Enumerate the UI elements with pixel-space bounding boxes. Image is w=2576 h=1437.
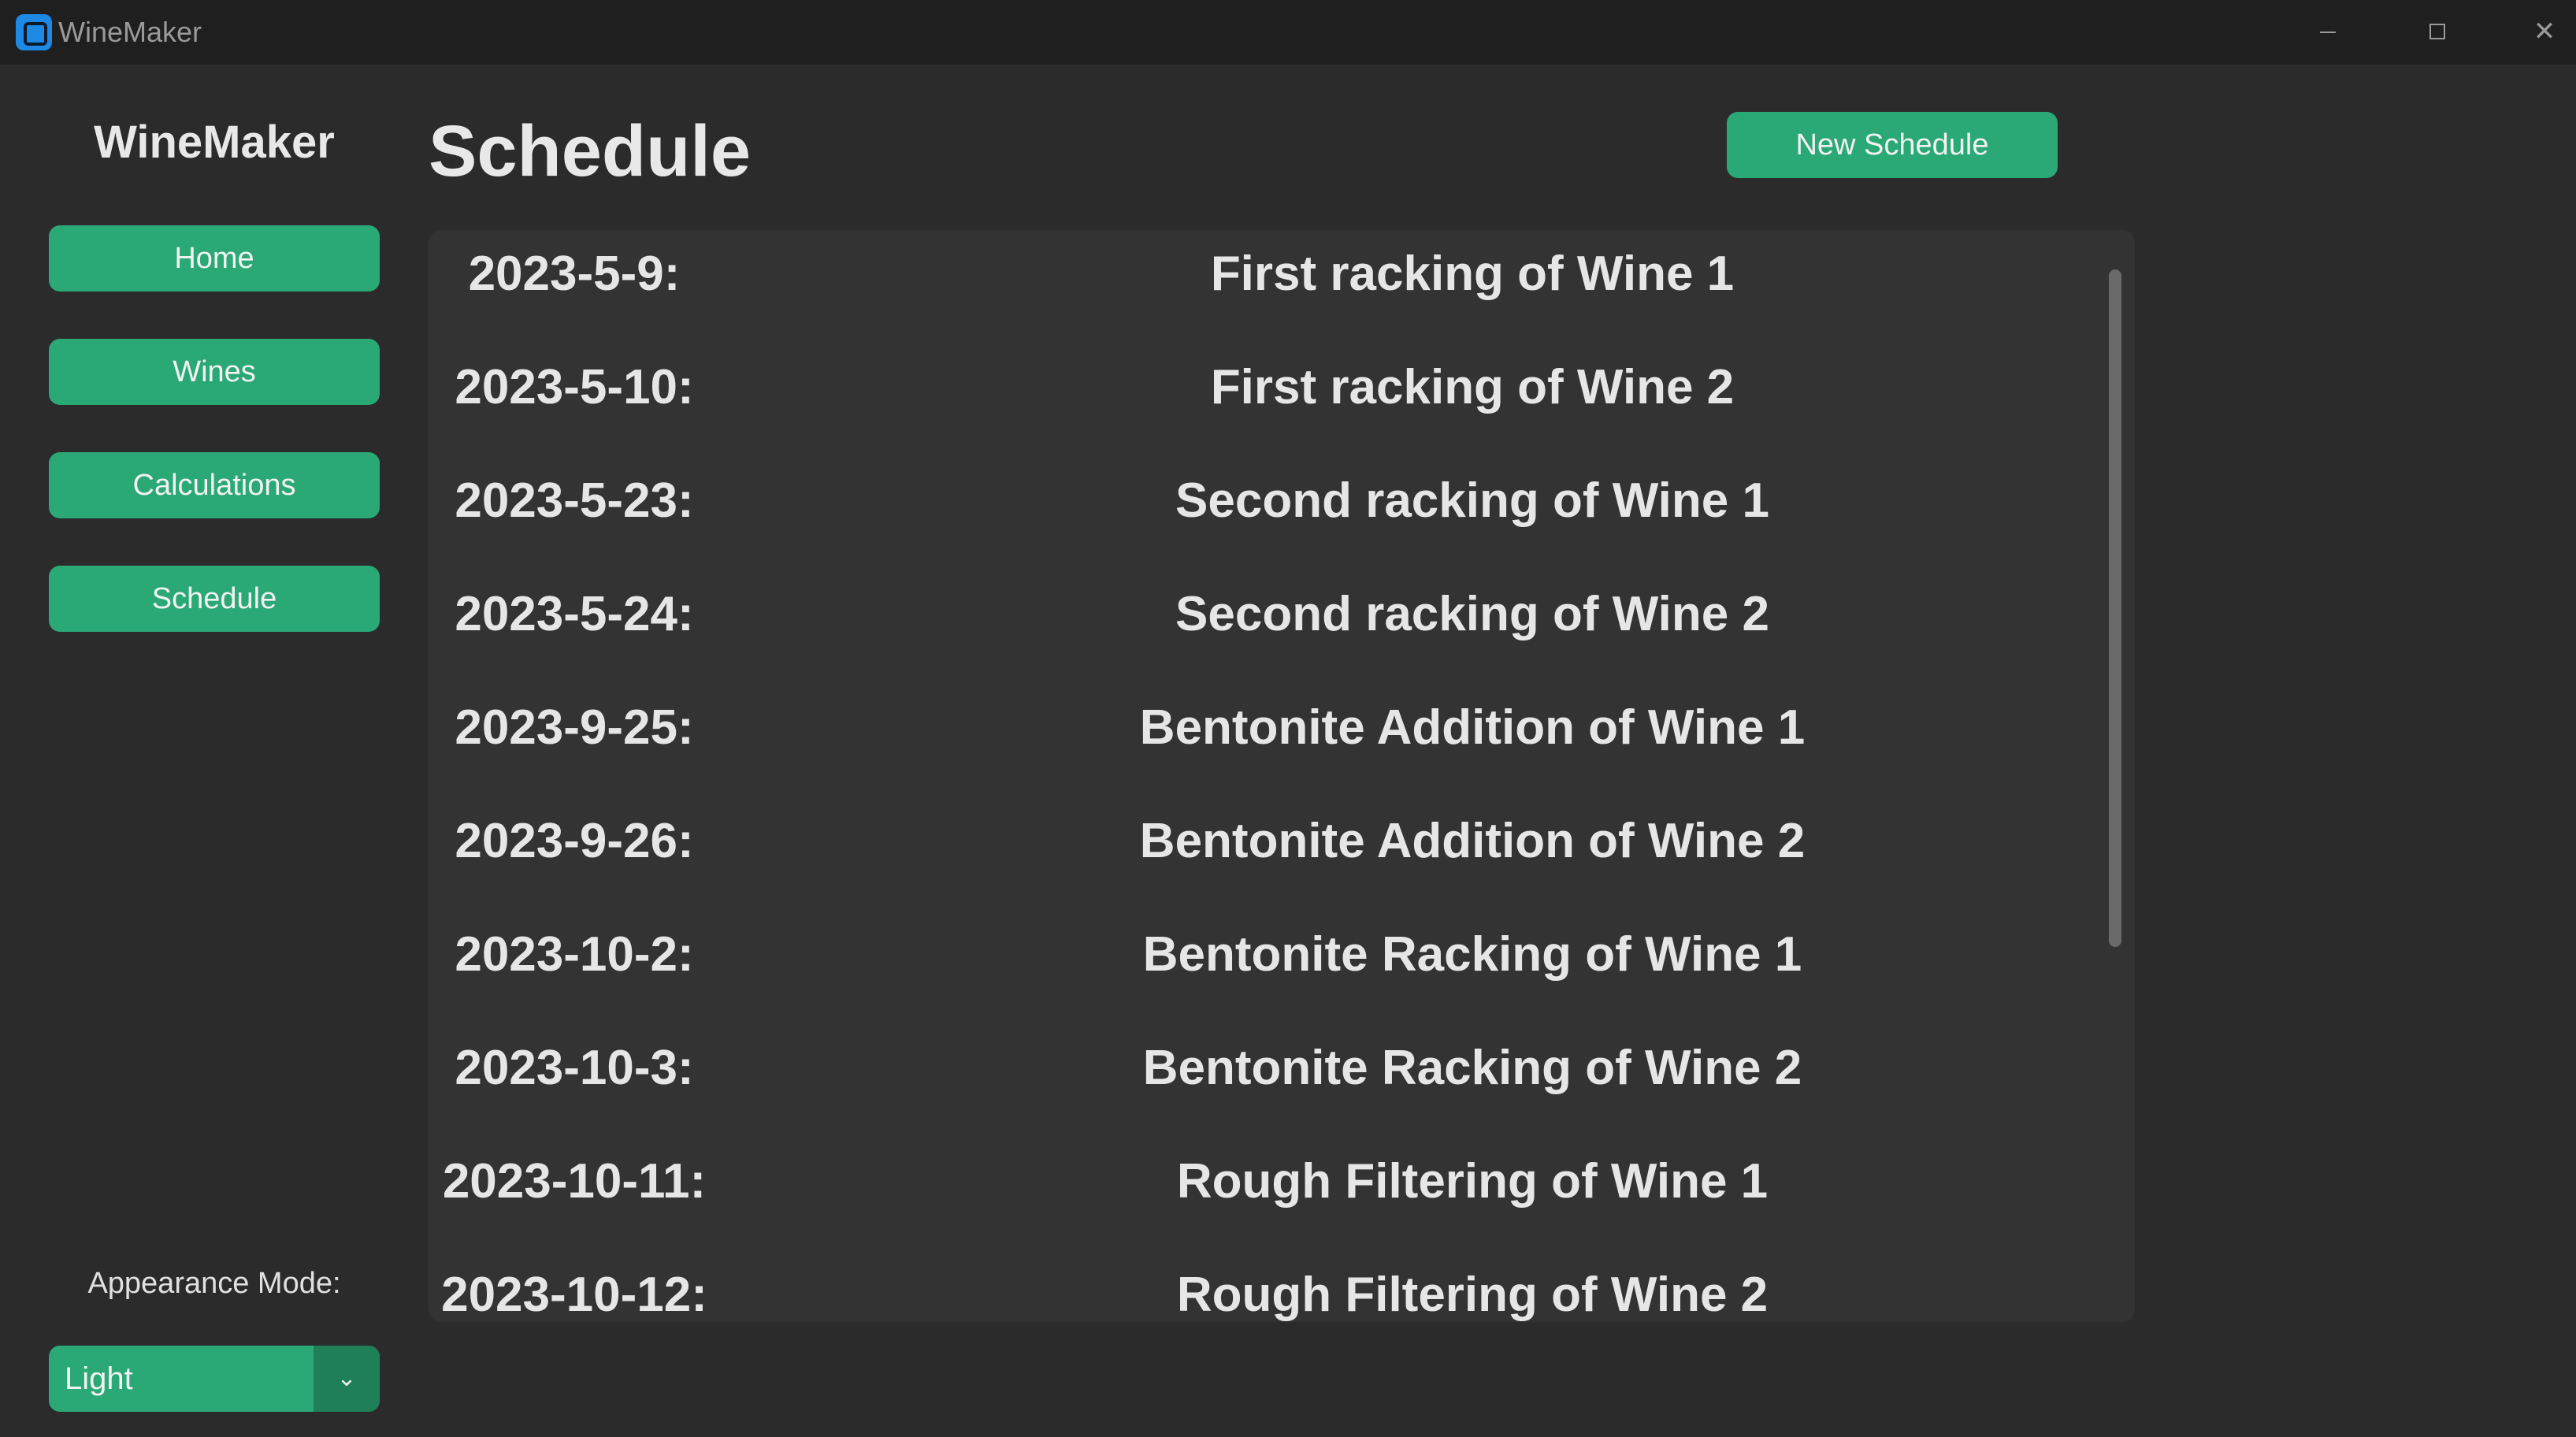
schedule-list[interactable]: 2023-5-9: First racking of Wine 1 2023-5… [429, 230, 2135, 1322]
app-icon [16, 14, 52, 50]
schedule-task: First racking of Wine 2 [1210, 360, 1735, 414]
schedule-date: 2023-10-12: [441, 1268, 707, 1322]
schedule-row: 2023-5-24: Second racking of Wine 2 [429, 586, 2083, 700]
appearance-mode-value: Light [65, 1361, 133, 1396]
chevron-down-icon[interactable]: ⌄ [314, 1346, 380, 1412]
schedule-row: 2023-10-2: Bentonite Racking of Wine 1 [429, 926, 2083, 1040]
close-button[interactable]: ✕ [2521, 9, 2568, 54]
nav-schedule-button[interactable]: Schedule [49, 566, 380, 632]
page-title: Schedule [429, 111, 752, 191]
schedule-task: Second racking of Wine 2 [1175, 587, 1769, 641]
minimize-button[interactable] [2304, 9, 2351, 54]
window-title: WineMaker [58, 16, 202, 48]
schedule-row: 2023-5-9: First racking of Wine 1 [429, 246, 2083, 359]
schedule-task: First racking of Wine 1 [1210, 247, 1735, 301]
sidebar-logo: WineMaker [94, 117, 335, 168]
title-bar: WineMaker ✕ [0, 0, 2576, 65]
app-window: WineMaker ✕ WineMaker Home Wines Calcula… [0, 0, 2576, 1437]
schedule-row: 2023-10-3: Bentonite Racking of Wine 2 [429, 1040, 2083, 1153]
schedule-row: 2023-9-25: Bentonite Addition of Wine 1 [429, 700, 2083, 813]
new-schedule-button[interactable]: New Schedule [1727, 112, 2058, 178]
schedule-date: 2023-5-23: [455, 473, 694, 528]
maximize-icon [2429, 24, 2445, 39]
appearance-mode-label: Appearance Mode: [87, 1267, 341, 1300]
scrollbar[interactable] [2103, 269, 2127, 947]
schedule-task: Second racking of Wine 1 [1175, 473, 1769, 528]
schedule-date: 2023-5-10: [455, 360, 694, 414]
schedule-date: 2023-10-3: [455, 1041, 694, 1095]
schedule-task: Bentonite Addition of Wine 1 [1139, 700, 1806, 755]
nav-calculations-button[interactable]: Calculations [49, 452, 380, 518]
schedule-task: Rough Filtering of Wine 2 [1176, 1268, 1769, 1322]
close-icon: ✕ [2533, 17, 2556, 46]
schedule-row: 2023-5-23: Second racking of Wine 1 [429, 473, 2083, 586]
schedule-row: 2023-10-12: Rough Filtering of Wine 2 [429, 1267, 2083, 1322]
nav-home-button[interactable]: Home [49, 225, 380, 291]
minimize-icon [2320, 32, 2336, 33]
schedule-date: 2023-5-9: [468, 247, 681, 301]
maximize-button[interactable] [2413, 9, 2460, 54]
schedule-row: 2023-10-11: Rough Filtering of Wine 1 [429, 1153, 2083, 1267]
schedule-date: 2023-9-26: [455, 814, 694, 868]
sidebar: WineMaker Home Wines Calculations Schedu… [0, 65, 418, 1437]
schedule-date: 2023-10-11: [442, 1154, 707, 1209]
schedule-row: 2023-5-10: First racking of Wine 2 [429, 359, 2083, 473]
appearance-mode-dropdown[interactable]: Light ⌄ [49, 1346, 380, 1412]
schedule-date: 2023-5-24: [455, 587, 694, 641]
scrollbar-thumb[interactable] [2109, 269, 2121, 947]
schedule-date: 2023-10-2: [455, 927, 694, 982]
schedule-task: Rough Filtering of Wine 1 [1176, 1154, 1769, 1209]
schedule-row: 2023-9-26: Bentonite Addition of Wine 2 [429, 813, 2083, 926]
schedule-task: Bentonite Racking of Wine 1 [1142, 927, 1802, 982]
schedule-date: 2023-9-25: [455, 700, 694, 755]
schedule-task: Bentonite Addition of Wine 2 [1139, 814, 1806, 868]
schedule-task: Bentonite Racking of Wine 2 [1142, 1041, 1802, 1095]
nav-wines-button[interactable]: Wines [49, 339, 380, 405]
